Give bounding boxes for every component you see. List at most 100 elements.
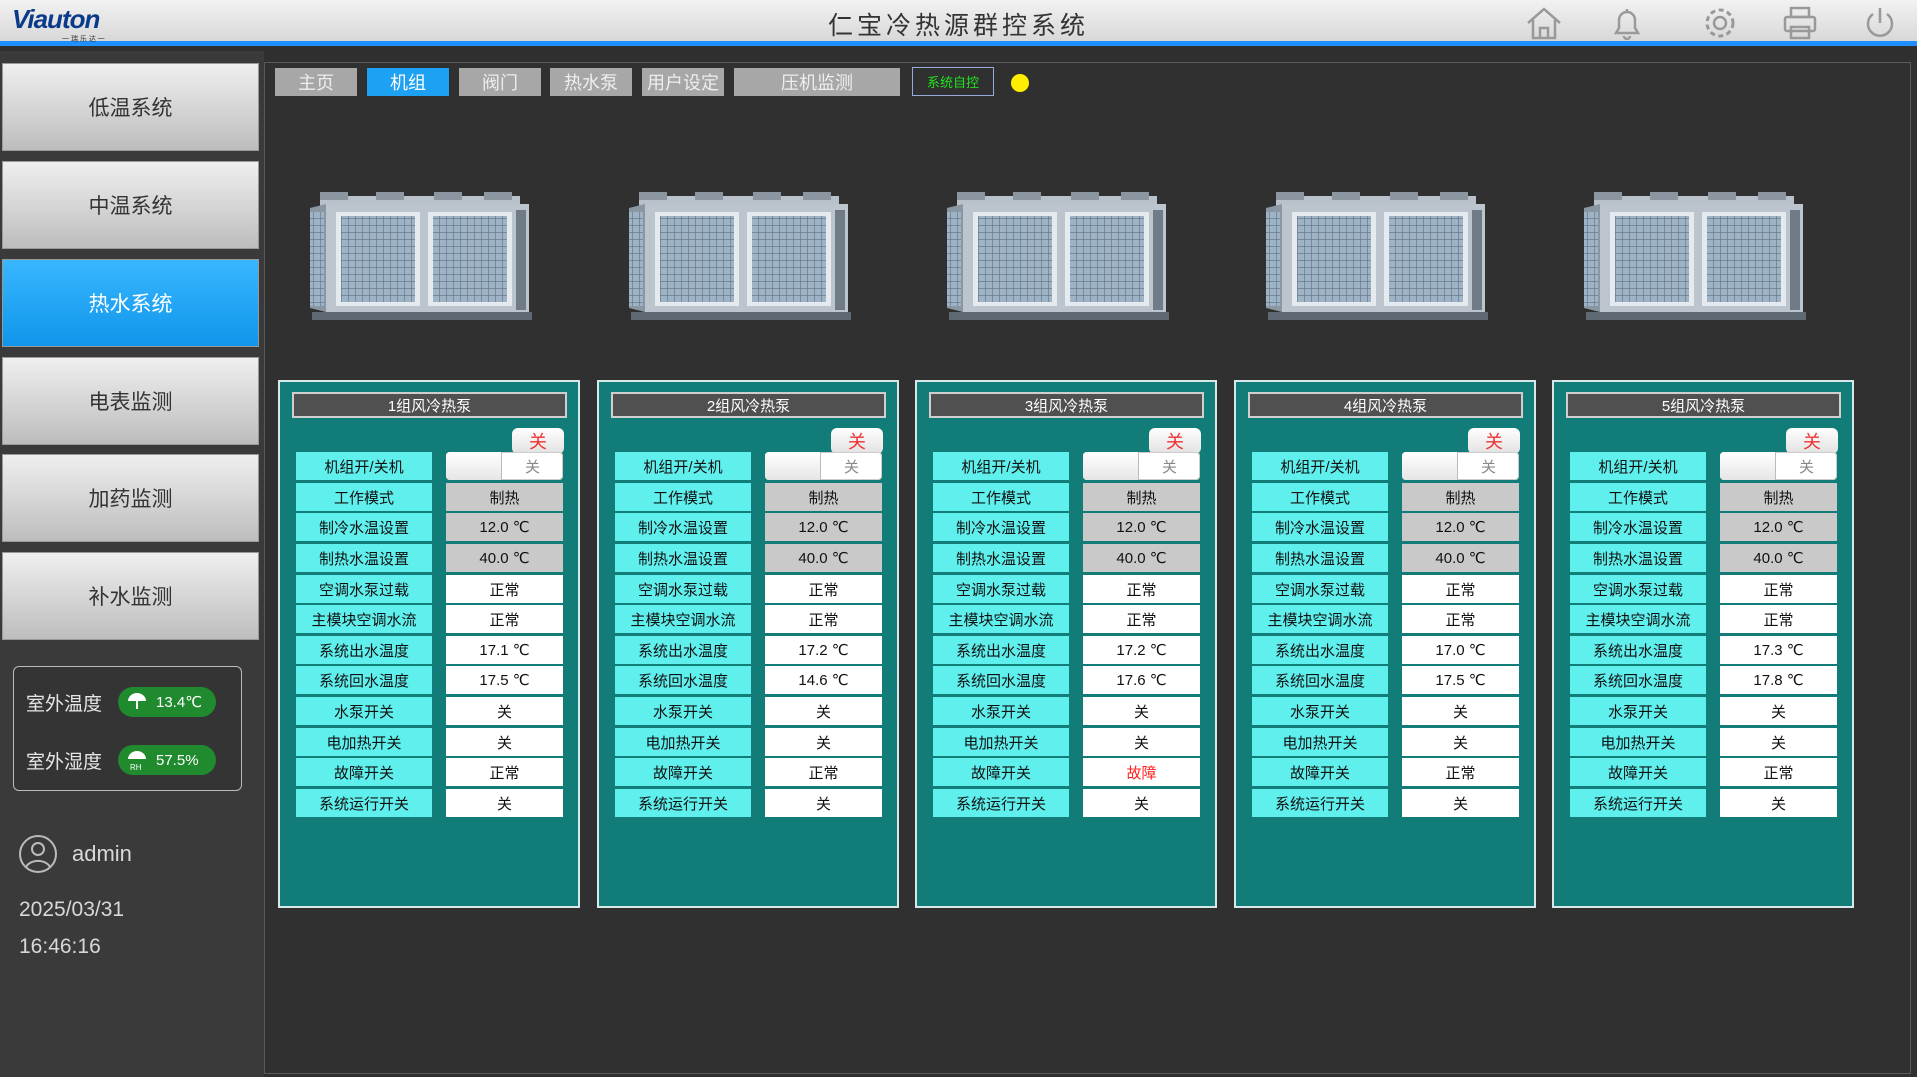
cooling-setpoint-value[interactable]: 12.0 ℃ [765,513,882,541]
status-indicator [1011,74,1029,92]
electric-heater-switch-label: 电加热开关 [615,728,751,756]
work-mode-value[interactable]: 制热 [446,483,563,511]
current-date: 2025/03/31 [19,898,125,921]
unit-title: 3组风冷热泵 [929,392,1204,418]
heating-setpoint-value[interactable]: 40.0 ℃ [1083,544,1200,572]
pump-overload-label: 空调水泵过载 [933,575,1069,603]
electric-heater-switch-value: 关 [446,728,563,756]
pump-switch-value: 关 [446,697,563,725]
electric-heater-switch-value: 关 [1402,728,1519,756]
unit-power-toggle[interactable]: 关 [1720,452,1837,480]
water-flow-label: 主模块空调水流 [1252,605,1388,633]
power-toggle-label: 机组开/关机 [933,452,1069,480]
system-auto-control-button[interactable]: 系统自控 [912,67,994,96]
gear-icon[interactable] [1698,3,1742,43]
heating-setpoint-value[interactable]: 40.0 ℃ [446,544,563,572]
cooling-setpoint-value[interactable]: 12.0 ℃ [1720,513,1837,541]
system-run-switch-value: 关 [765,789,882,817]
heating-setpoint-value[interactable]: 40.0 ℃ [1720,544,1837,572]
outdoor-humidity-pill: RH 57.5% [118,745,216,775]
power-icon[interactable] [1858,3,1902,43]
cooling-setpoint-label: 制冷水温设置 [615,513,751,541]
unit-off-button[interactable]: 关 [512,428,564,454]
electric-heater-switch-label: 电加热开关 [296,728,432,756]
work-mode-value[interactable]: 制热 [1083,483,1200,511]
power-toggle-label: 机组开/关机 [615,452,751,480]
toggle-knob[interactable] [1720,452,1776,480]
weather-panel: 室外温度 13.4℃ 室外湿度 RH 57.5% [13,666,242,791]
sidebar-item-meter[interactable]: 电表监测 [2,357,259,445]
return-temp-value: 14.6 ℃ [765,666,882,694]
toggle-knob[interactable] [446,452,502,480]
tab-home[interactable]: 主页 [275,68,357,96]
sidebar-item-low-temp[interactable]: 低温系统 [2,63,259,151]
unit-panel-2: 2组风冷热泵关机组开/关机关工作模式 制热 制冷水温设置 12.0 ℃ 制热水温设置 40… [597,380,899,908]
user-info: admin [18,834,132,874]
return-temp-value: 17.5 ℃ [1402,666,1519,694]
cooling-setpoint-value[interactable]: 12.0 ℃ [1402,513,1519,541]
return-temp-value: 17.5 ℃ [446,666,563,694]
fault-switch-value: 故障 [1083,758,1200,786]
system-run-switch-label: 系统运行开关 [1570,789,1706,817]
pump-overload-value: 正常 [446,575,563,603]
unit-power-toggle[interactable]: 关 [765,452,882,480]
pump-overload-label: 空调水泵过载 [1570,575,1706,603]
pump-switch-value: 关 [765,697,882,725]
cooling-setpoint-label: 制冷水温设置 [1252,513,1388,541]
toggle-knob[interactable] [1402,452,1458,480]
bell-icon[interactable] [1605,3,1649,43]
work-mode-value[interactable]: 制热 [765,483,882,511]
svg-text:RH: RH [130,763,142,771]
work-mode-label: 工作模式 [933,483,1069,511]
unit-power-toggle[interactable]: 关 [1083,452,1200,480]
sidebar-item-dosing[interactable]: 加药监测 [2,454,259,542]
toggle-state-label: 关 [1161,458,1177,476]
water-flow-label: 主模块空调水流 [296,605,432,633]
system-run-switch-label: 系统运行开关 [1252,789,1388,817]
pump-overload-value: 正常 [1720,575,1837,603]
printer-icon[interactable] [1778,3,1822,43]
sidebar-item-mid-temp[interactable]: 中温系统 [2,161,259,249]
outdoor-temp-label: 室外温度 [26,693,103,715]
cooling-setpoint-value[interactable]: 12.0 ℃ [1083,513,1200,541]
toggle-state-label: 关 [1480,458,1496,476]
heating-setpoint-label: 制热水温设置 [1252,544,1388,572]
unit-off-button[interactable]: 关 [1468,428,1520,454]
toggle-knob[interactable] [1083,452,1139,480]
sidebar-item-makeup-water[interactable]: 补水监测 [2,552,259,640]
sidebar-item-hot-water[interactable]: 热水系统 [2,259,259,347]
return-temp-value: 17.6 ℃ [1083,666,1200,694]
unit-power-toggle[interactable]: 关 [1402,452,1519,480]
tab-valves[interactable]: 阀门 [459,68,541,96]
fault-switch-label: 故障开关 [933,758,1069,786]
return-temp-label: 系统回水温度 [1570,666,1706,694]
system-run-switch-label: 系统运行开关 [296,789,432,817]
home-icon[interactable] [1522,3,1566,43]
tab-user-settings[interactable]: 用户设定 [642,68,724,96]
work-mode-value[interactable]: 制热 [1402,483,1519,511]
fault-switch-label: 故障开关 [1570,758,1706,786]
water-flow-value: 正常 [765,605,882,633]
power-toggle-label: 机组开/关机 [296,452,432,480]
outlet-temp-label: 系统出水温度 [615,636,751,664]
heating-setpoint-value[interactable]: 40.0 ℃ [765,544,882,572]
toggle-knob[interactable] [765,452,821,480]
unit-off-button[interactable]: 关 [1786,428,1838,454]
work-mode-label: 工作模式 [615,483,751,511]
water-flow-label: 主模块空调水流 [615,605,751,633]
unit-panel-1: 1组风冷热泵关机组开/关机关工作模式 制热 制冷水温设置 12.0 ℃ 制热水温设置 40… [278,380,580,908]
unit-off-button[interactable]: 关 [831,428,883,454]
electric-heater-switch-value: 关 [1720,728,1837,756]
pump-overload-value: 正常 [765,575,882,603]
tab-compressor-monitor[interactable]: 压机监测 [734,68,900,96]
work-mode-value[interactable]: 制热 [1720,483,1837,511]
return-temp-label: 系统回水温度 [296,666,432,694]
electric-heater-switch-value: 关 [765,728,882,756]
unit-power-toggle[interactable]: 关 [446,452,563,480]
heating-setpoint-value[interactable]: 40.0 ℃ [1402,544,1519,572]
unit-off-button[interactable]: 关 [1149,428,1201,454]
cooling-setpoint-value[interactable]: 12.0 ℃ [446,513,563,541]
water-flow-value: 正常 [1720,605,1837,633]
tab-units[interactable]: 机组 [367,68,449,96]
tab-hot-water-pump[interactable]: 热水泵 [550,68,632,96]
